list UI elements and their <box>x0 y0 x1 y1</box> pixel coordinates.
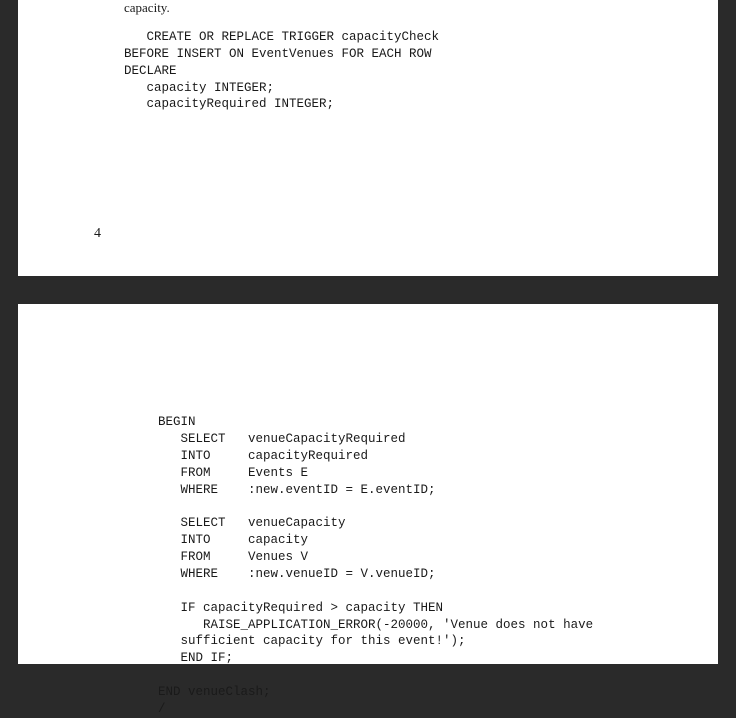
document-page-top: capacity. CREATE OR REPLACE TRIGGER capa… <box>18 0 718 276</box>
sql-code-block-body: BEGIN SELECT venueCapacityRequired INTO … <box>158 414 688 718</box>
page-separator <box>0 276 736 304</box>
intro-paragraph-fragment: capacity. <box>124 0 688 17</box>
document-page-bottom: BEGIN SELECT venueCapacityRequired INTO … <box>18 304 718 664</box>
sql-code-block-declare: CREATE OR REPLACE TRIGGER capacityCheck … <box>124 29 688 113</box>
page-number: 4 <box>94 226 101 242</box>
